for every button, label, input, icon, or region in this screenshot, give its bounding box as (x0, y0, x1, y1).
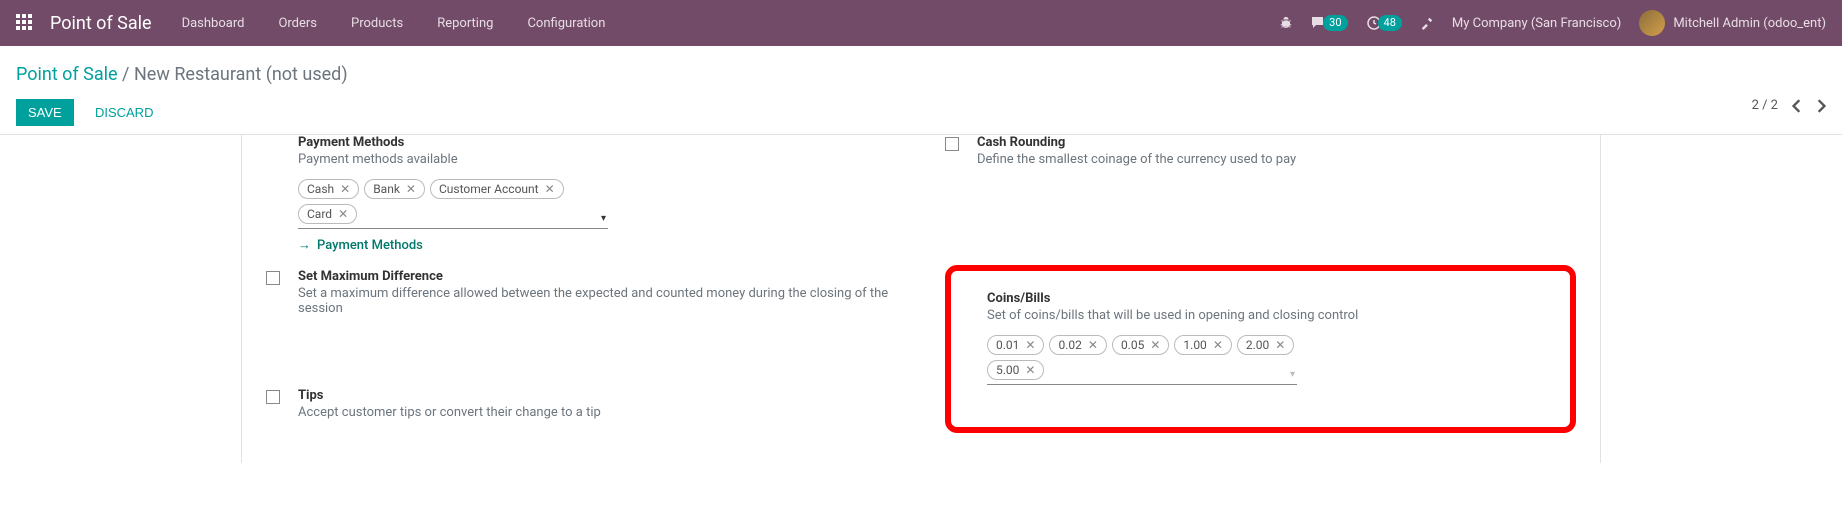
company-switcher[interactable]: My Company (San Francisco) (1452, 16, 1621, 31)
payment-methods-link[interactable]: → Payment Methods (298, 237, 897, 253)
arrow-right-icon: → (298, 237, 311, 253)
pager-label: 2 / 2 (1752, 98, 1778, 113)
tag-bank: Bank✕ (364, 179, 425, 199)
remove-tag-icon[interactable]: ✕ (545, 183, 555, 195)
tag-card: Card✕ (298, 204, 357, 224)
messages-icon[interactable]: 30 (1311, 15, 1347, 31)
max-difference-checkbox[interactable] (266, 271, 280, 285)
control-bar: Point of Sale / New Restaurant (not used… (0, 46, 1842, 135)
cash-rounding-title: Cash Rounding (977, 135, 1576, 150)
left-column: Payment Methods Payment methods availabl… (266, 135, 897, 433)
avatar (1639, 10, 1665, 36)
discard-button[interactable]: DISCARD (83, 99, 166, 126)
setting-cash-rounding: Cash Rounding Define the smallest coinag… (945, 135, 1576, 179)
messages-badge: 30 (1323, 15, 1347, 31)
remove-tag-icon[interactable]: ✕ (1025, 339, 1035, 351)
tag-2-00: 2.00✕ (1237, 335, 1294, 355)
app-brand[interactable]: Point of Sale (50, 13, 152, 34)
tips-title: Tips (298, 388, 897, 403)
breadcrumb-sep: / (122, 64, 134, 85)
remove-tag-icon[interactable]: ✕ (1213, 339, 1223, 351)
remove-tag-icon[interactable]: ✕ (340, 183, 350, 195)
breadcrumb-root[interactable]: Point of Sale (16, 64, 118, 85)
payment-methods-desc: Payment methods available (298, 152, 897, 167)
dropdown-caret-icon[interactable]: ▾ (601, 213, 606, 224)
user-menu[interactable]: Mitchell Admin (odoo_ent) (1639, 10, 1826, 36)
tag-0-02: 0.02✕ (1049, 335, 1106, 355)
breadcrumb: Point of Sale / New Restaurant (not used… (16, 64, 348, 85)
dropdown-caret-icon[interactable]: ▾ (1290, 369, 1295, 380)
navbar: Point of Sale Dashboard Orders Products … (0, 0, 1842, 46)
activities-badge: 48 (1378, 15, 1402, 31)
tag-1-00: 1.00✕ (1174, 335, 1231, 355)
remove-tag-icon[interactable]: ✕ (1088, 339, 1098, 351)
pager-prev[interactable] (1792, 99, 1802, 113)
payment-methods-title: Payment Methods (298, 135, 897, 150)
remove-tag-icon[interactable]: ✕ (1025, 364, 1035, 376)
setting-max-difference: Set Maximum Difference Set a maximum dif… (266, 255, 897, 328)
tag-5-00: 5.00✕ (987, 360, 1044, 380)
max-difference-title: Set Maximum Difference (298, 269, 897, 284)
nav-reporting[interactable]: Reporting (437, 16, 493, 31)
nav-configuration[interactable]: Configuration (527, 16, 605, 31)
tag-customer-account: Customer Account✕ (430, 179, 564, 199)
activities-icon[interactable]: 48 (1366, 15, 1402, 31)
pager-next[interactable] (1816, 99, 1826, 113)
tips-desc: Accept customer tips or convert their ch… (298, 405, 897, 420)
nav-products[interactable]: Products (351, 16, 403, 31)
tag-0-05: 0.05✕ (1112, 335, 1169, 355)
right-column: Cash Rounding Define the smallest coinag… (945, 135, 1576, 433)
remove-tag-icon[interactable]: ✕ (1275, 339, 1285, 351)
form-sheet: Payment Methods Payment methods availabl… (241, 135, 1601, 463)
highlight-coins-bills: Coins/Bills Set of coins/bills that will… (945, 265, 1576, 433)
setting-tips: Tips Accept customer tips or convert the… (266, 328, 897, 432)
tag-cash: Cash✕ (298, 179, 359, 199)
save-button[interactable]: SAVE (16, 99, 74, 126)
coins-bills-desc: Set of coins/bills that will be used in … (987, 308, 1540, 323)
remove-tag-icon[interactable]: ✕ (406, 183, 416, 195)
setting-coins-bills: Coins/Bills Set of coins/bills that will… (955, 291, 1540, 387)
setting-payment-methods: Payment Methods Payment methods availabl… (266, 135, 897, 255)
pager: 2 / 2 (1752, 98, 1826, 113)
coins-bills-tags[interactable]: 0.01✕ 0.02✕ 0.05✕ 1.00✕ 2.00✕ 5.00✕ ▾ (987, 333, 1297, 385)
cash-rounding-checkbox[interactable] (945, 137, 959, 151)
breadcrumb-current: New Restaurant (not used) (134, 64, 348, 85)
tools-icon[interactable] (1420, 16, 1434, 30)
nav-menu: Dashboard Orders Products Reporting Conf… (182, 16, 1280, 31)
nav-right: 30 48 My Company (San Francisco) Mitchel… (1279, 10, 1826, 36)
remove-tag-icon[interactable]: ✕ (338, 208, 348, 220)
user-name: Mitchell Admin (odoo_ent) (1673, 16, 1826, 31)
payment-methods-tags[interactable]: Cash✕ Bank✕ Customer Account✕ Card✕ ▾ (298, 177, 608, 229)
bug-icon[interactable] (1279, 16, 1293, 30)
coins-bills-title: Coins/Bills (987, 291, 1540, 306)
apps-menu-icon[interactable] (16, 14, 34, 32)
nav-orders[interactable]: Orders (278, 16, 317, 31)
max-difference-desc: Set a maximum difference allowed between… (298, 286, 897, 316)
tips-checkbox[interactable] (266, 390, 280, 404)
remove-tag-icon[interactable]: ✕ (1150, 339, 1160, 351)
cash-rounding-desc: Define the smallest coinage of the curre… (977, 152, 1576, 167)
nav-dashboard[interactable]: Dashboard (182, 16, 245, 31)
tag-0-01: 0.01✕ (987, 335, 1044, 355)
